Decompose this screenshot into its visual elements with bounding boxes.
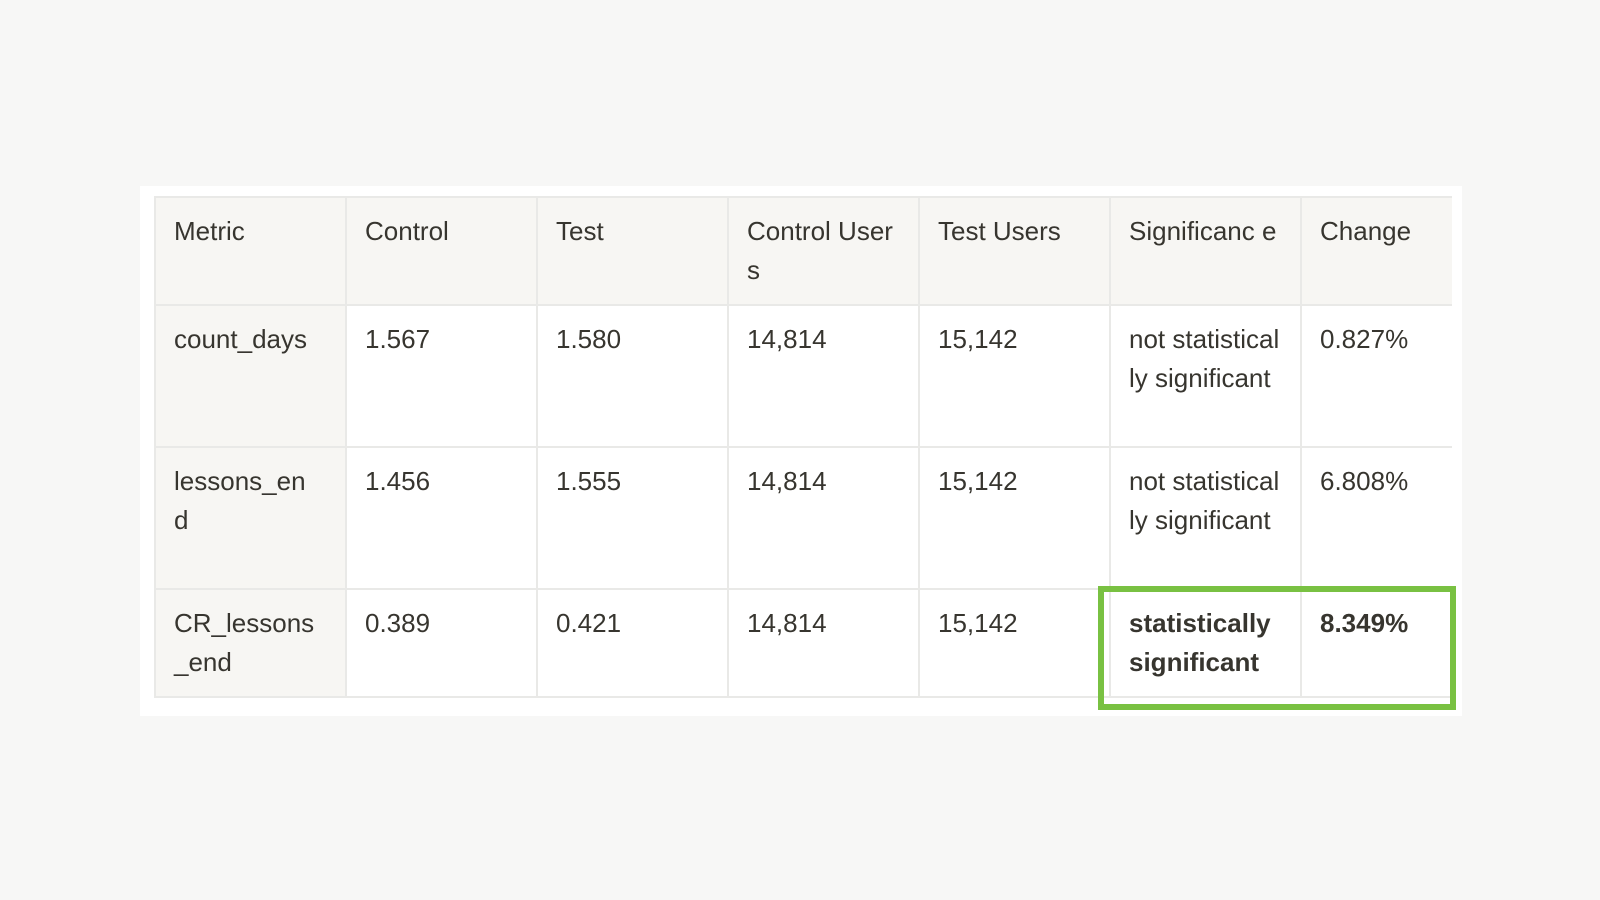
header-test: Test [536, 196, 729, 306]
cell-control: 1.567 [345, 304, 538, 448]
header-control-users: Control Users [727, 196, 920, 306]
table-row: count_days 1.567 1.580 14,814 15,142 not… [154, 304, 1452, 448]
cell-metric: lessons_en d [154, 446, 347, 590]
cell-metric: CR_lessons _end [154, 588, 347, 698]
header-significance: Significanc e [1109, 196, 1302, 306]
cell-control-users: 14,814 [727, 588, 920, 698]
cell-control: 1.456 [345, 446, 538, 590]
cell-significance: not statistically significant [1109, 446, 1302, 590]
cell-control: 0.389 [345, 588, 538, 698]
cell-test-users: 15,142 [918, 304, 1111, 448]
table-header-row: Metric Control Test Control Users Test U… [154, 196, 1452, 306]
table-row: lessons_en d 1.456 1.555 14,814 15,142 n… [154, 446, 1452, 590]
cell-control-users: 14,814 [727, 446, 920, 590]
cell-significance: statistically significant [1109, 588, 1302, 698]
cell-control-users: 14,814 [727, 304, 920, 448]
header-test-users: Test Users [918, 196, 1111, 306]
cell-change: 6.808% [1300, 446, 1452, 590]
results-table: Metric Control Test Control Users Test U… [154, 196, 1452, 698]
cell-test-users: 15,142 [918, 588, 1111, 698]
cell-test-users: 15,142 [918, 446, 1111, 590]
cell-metric: count_days [154, 304, 347, 448]
table-row: CR_lessons _end 0.389 0.421 14,814 15,14… [154, 588, 1452, 698]
header-change: Change [1300, 196, 1452, 306]
header-control: Control [345, 196, 538, 306]
cell-significance: not statistically significant [1109, 304, 1302, 448]
cell-test: 1.555 [536, 446, 729, 590]
cell-test: 1.580 [536, 304, 729, 448]
header-metric: Metric [154, 196, 347, 306]
cell-change: 0.827% [1300, 304, 1452, 448]
cell-change: 8.349% [1300, 588, 1452, 698]
cell-test: 0.421 [536, 588, 729, 698]
